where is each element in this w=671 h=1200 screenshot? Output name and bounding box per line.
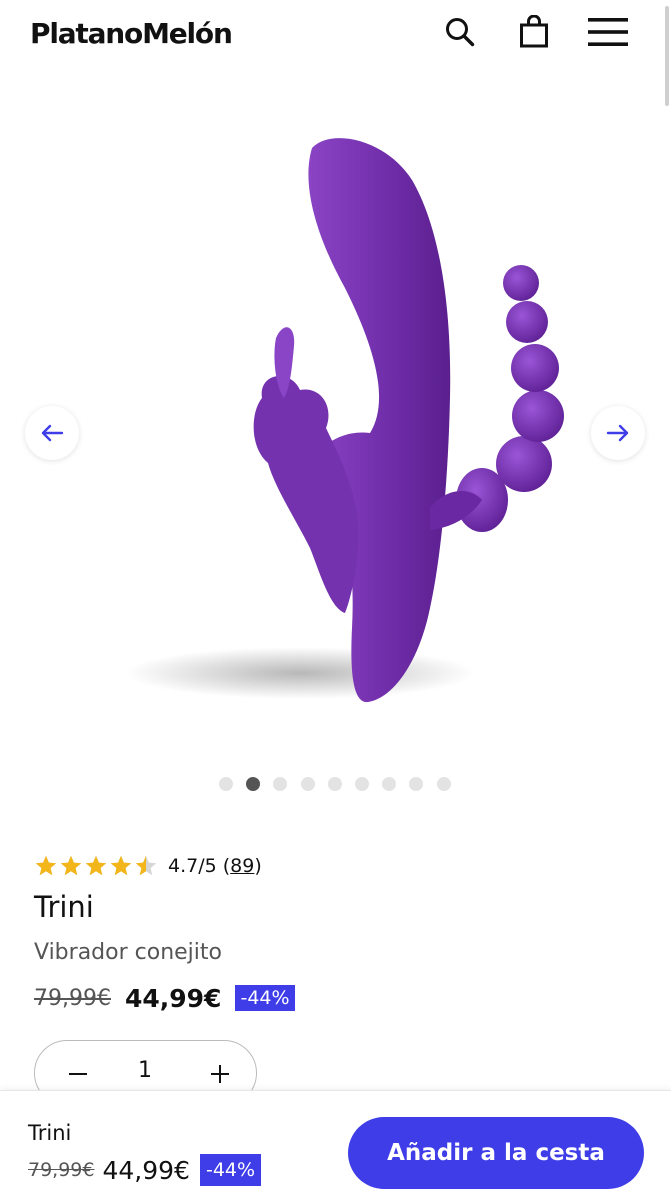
- quantity-value[interactable]: 1: [131, 1058, 159, 1083]
- product-gallery: [0, 68, 671, 768]
- sticky-discount-badge: -44%: [199, 1154, 262, 1186]
- product-rating: 4.7/5 (89): [34, 852, 262, 880]
- review-count-link[interactable]: 89: [230, 855, 254, 877]
- gallery-dot[interactable]: [409, 777, 424, 791]
- arrow-left-icon: [41, 424, 64, 442]
- search-icon[interactable]: [440, 12, 480, 52]
- star-icon: [135, 855, 157, 876]
- product-title: Trini: [34, 890, 94, 924]
- next-image-button[interactable]: [591, 406, 645, 460]
- product-subtitle: Vibrador conejito: [34, 940, 222, 965]
- add-to-cart-button[interactable]: Añadir a la cesta: [348, 1117, 644, 1189]
- gallery-dot[interactable]: [273, 777, 288, 791]
- menu-icon[interactable]: [588, 12, 628, 52]
- bag-icon[interactable]: [514, 12, 554, 52]
- gallery-dot[interactable]: [436, 777, 451, 791]
- decrease-quantity-button[interactable]: [63, 1059, 93, 1089]
- gallery-dot[interactable]: [382, 777, 397, 791]
- arrow-right-icon: [606, 424, 629, 442]
- gallery-dot[interactable]: [219, 777, 233, 791]
- minus-icon: [69, 1073, 87, 1075]
- rating-stars: [34, 854, 158, 878]
- sticky-price-row: 79,99€ 44,99€ -44%: [28, 1153, 262, 1187]
- sticky-cart-bar: Trini 79,99€ 44,99€ -44% Añadir a la ces…: [0, 1090, 671, 1200]
- site-header: PlatanoMelón: [0, 0, 671, 106]
- gallery-dot[interactable]: [246, 777, 261, 791]
- gallery-pagination: [0, 777, 671, 791]
- gallery-dot[interactable]: [354, 777, 369, 791]
- rating-value: 4.7/5 (89): [168, 855, 262, 877]
- previous-image-button[interactable]: [25, 406, 79, 460]
- plus-icon: [211, 1065, 229, 1083]
- product-image: [125, 138, 564, 703]
- star-icon: [60, 855, 82, 876]
- current-price: 44,99€: [124, 983, 222, 1013]
- gallery-dot[interactable]: [327, 777, 342, 791]
- star-icon: [85, 855, 107, 876]
- gallery-dot[interactable]: [300, 777, 315, 791]
- original-price: 79,99€: [34, 985, 111, 1011]
- discount-badge: -44%: [235, 985, 295, 1011]
- sticky-product-title: Trini: [28, 1121, 72, 1145]
- star-icon: [110, 855, 132, 876]
- sticky-current-price: 44,99€: [102, 1155, 190, 1185]
- star-icon: [35, 855, 57, 876]
- brand-logo[interactable]: PlatanoMelón: [30, 14, 233, 54]
- sticky-original-price: 79,99€: [28, 1159, 95, 1181]
- increase-quantity-button[interactable]: [205, 1059, 235, 1089]
- price-row: 79,99€ 44,99€ -44%: [34, 982, 295, 1014]
